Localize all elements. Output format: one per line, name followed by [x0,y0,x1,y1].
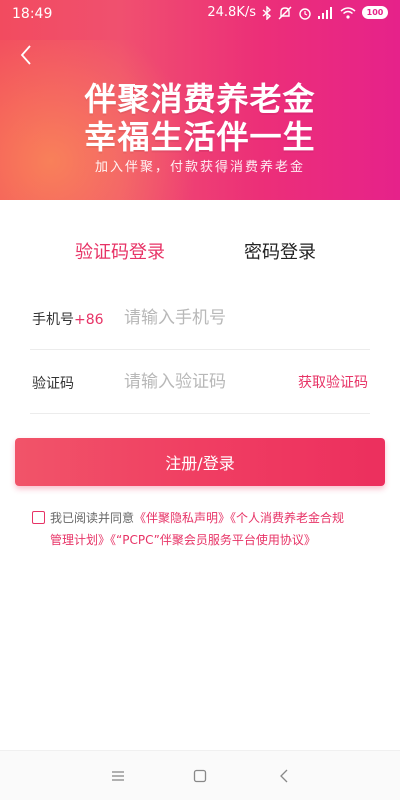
wifi-icon [340,6,356,19]
code-row: 验证码 获取验证码 [30,350,370,414]
get-code-button[interactable]: 获取验证码 [298,372,368,392]
mute-icon [278,6,292,20]
agreement-link-2[interactable]: 管理计划》《“PCPC”伴聚会员服务平台使用协议》 [50,530,380,551]
system-nav-bar [0,750,400,800]
bluetooth-icon [262,5,272,20]
battery-icon: 100 [362,6,388,19]
hero-title-line2: 幸福生活伴一生 [84,118,316,156]
register-login-button[interactable]: 注册/登录 [15,438,385,486]
tab-sms-login[interactable]: 验证码登录 [75,238,165,264]
back-arrow-icon[interactable] [14,42,40,68]
country-code[interactable]: +86 [74,312,104,328]
status-time: 18:49 [12,6,53,22]
agreement-checkbox[interactable] [32,511,45,524]
tab-password-login[interactable]: 密码登录 [244,238,316,264]
phone-label: 手机号+86 [32,309,104,329]
agreement-link-1[interactable]: 《伴聚隐私声明》《个人消费养老金合规 [134,511,344,525]
home-icon[interactable] [190,766,210,786]
status-bar: 18:49 24.8K/s 100 [0,0,400,28]
agreement-prefix: 我已阅读并同意 [50,511,135,525]
phone-row: 手机号+86 [30,286,370,350]
code-input[interactable] [124,368,294,396]
menu-icon[interactable] [108,766,128,786]
alarm-icon [298,6,312,20]
nav-back-icon[interactable] [274,766,294,786]
hero-subtitle: 加入伴聚，付款获得消费养老金 [94,160,305,175]
status-right: 24.8K/s 100 [207,5,388,20]
code-label: 验证码 [32,376,74,392]
phone-label-text: 手机号 [32,312,74,328]
signal-icon [318,6,334,19]
phone-input[interactable] [124,304,294,332]
network-speed: 24.8K/s [207,5,256,20]
hero-banner: 18:49 24.8K/s 100 伴聚消费养老金 幸福生活伴一生 加入伴聚，付… [0,0,400,200]
agreement-line1: 我已阅读并同意《伴聚隐私声明》《个人消费养老金合规 [50,508,380,529]
